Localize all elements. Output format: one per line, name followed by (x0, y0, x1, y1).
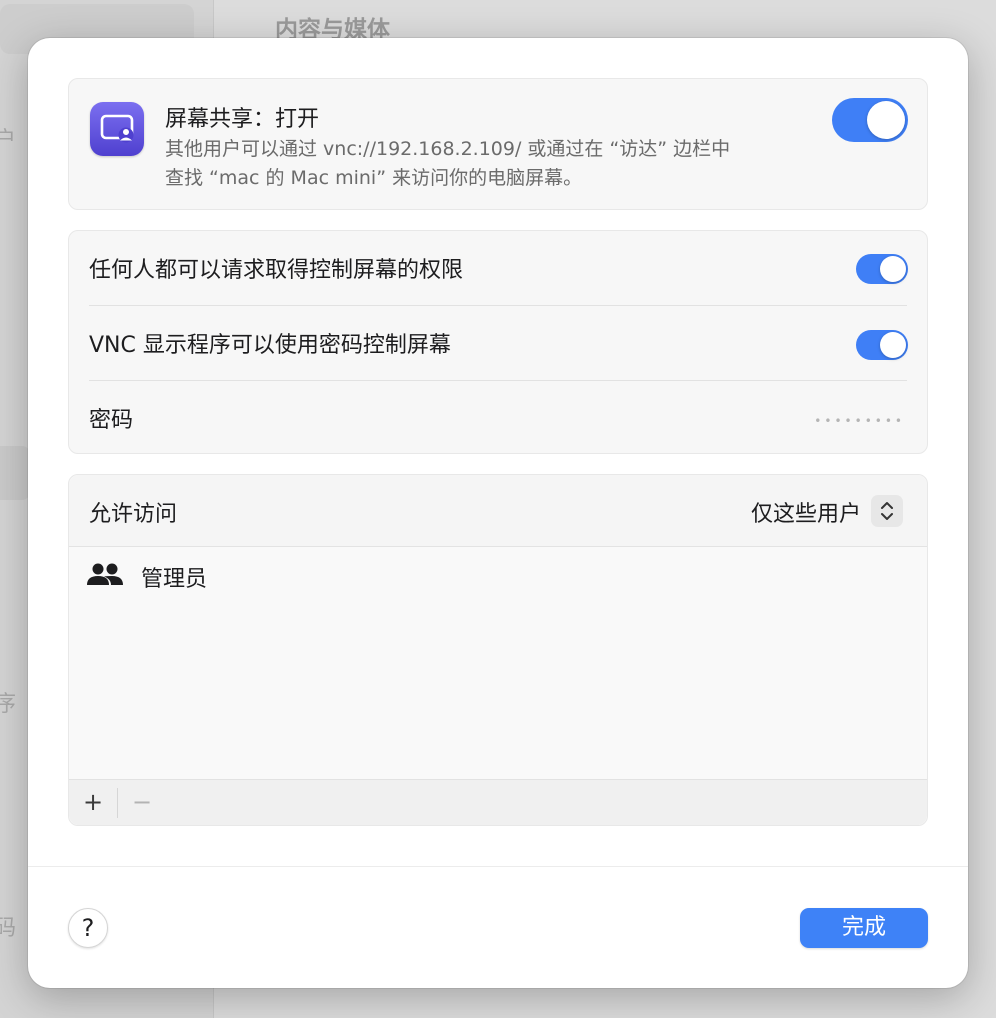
password-field[interactable]: ••••••••• (814, 414, 905, 428)
allow-access-header: 允许访问 仅这些用户 (69, 475, 927, 547)
background-sidebar-text: 码 (0, 916, 17, 941)
chevron-up-down-icon (881, 502, 893, 520)
group-icon (87, 563, 123, 585)
allow-access-card: 允许访问 仅这些用户 管理员 + − (68, 474, 928, 826)
footer-divider (117, 788, 118, 818)
dialog-divider (28, 866, 968, 867)
sharing-options-card: 任何人都可以请求取得控制屏幕的权限 VNC 显示程序可以使用密码控制屏幕 密码 … (68, 230, 928, 454)
list-item[interactable]: 管理员 (87, 559, 487, 592)
toggle-knob (867, 101, 905, 139)
screen-sharing-title: 屏幕共享：打开 (165, 107, 320, 132)
screen-sharing-description: 其他用户可以通过 vnc://192.168.2.109/ 或通过在 “访达” … (165, 135, 805, 193)
screen-sharing-toggle[interactable] (832, 98, 908, 142)
toggle-knob (880, 332, 906, 358)
anyone-request-label: 任何人都可以请求取得控制屏幕的权限 (89, 258, 464, 283)
add-button[interactable]: + (78, 788, 108, 818)
screen-sharing-icon (100, 114, 134, 143)
description-line: 查找 “mac 的 Mac mini” 来访问你的电脑屏幕。 (165, 167, 583, 189)
remove-button[interactable]: − (127, 788, 157, 818)
vnc-password-label: VNC 显示程序可以使用密码控制屏幕 (89, 333, 451, 358)
screen-sharing-card: 屏幕共享：打开 其他用户可以通过 vnc://192.168.2.109/ 或通… (68, 78, 928, 210)
background-sidebar-text: 户 (0, 128, 17, 153)
background-sidebar-text: 序 (0, 692, 17, 717)
password-row: 密码 ••••••••• (69, 381, 927, 456)
background-sidebar-selection-2 (0, 446, 30, 500)
done-button[interactable]: 完成 (800, 908, 928, 948)
vnc-password-row: VNC 显示程序可以使用密码控制屏幕 (69, 306, 927, 381)
allow-access-label: 允许访问 (89, 502, 178, 527)
user-name-label: 管理员 (141, 567, 208, 592)
allow-access-popup-button[interactable] (871, 495, 903, 527)
password-label: 密码 (89, 408, 134, 433)
screen-sharing-dialog: 屏幕共享：打开 其他用户可以通过 vnc://192.168.2.109/ 或通… (28, 38, 968, 988)
help-button[interactable]: ? (68, 908, 108, 948)
vnc-password-toggle[interactable] (856, 330, 908, 360)
anyone-request-toggle[interactable] (856, 254, 908, 284)
list-footer: + − (69, 779, 927, 825)
description-line: 其他用户可以通过 vnc://192.168.2.109/ 或通过在 “访达” … (165, 138, 731, 160)
anyone-request-row: 任何人都可以请求取得控制屏幕的权限 (69, 231, 927, 306)
toggle-knob (880, 256, 906, 282)
screen-sharing-app-icon (90, 102, 144, 156)
